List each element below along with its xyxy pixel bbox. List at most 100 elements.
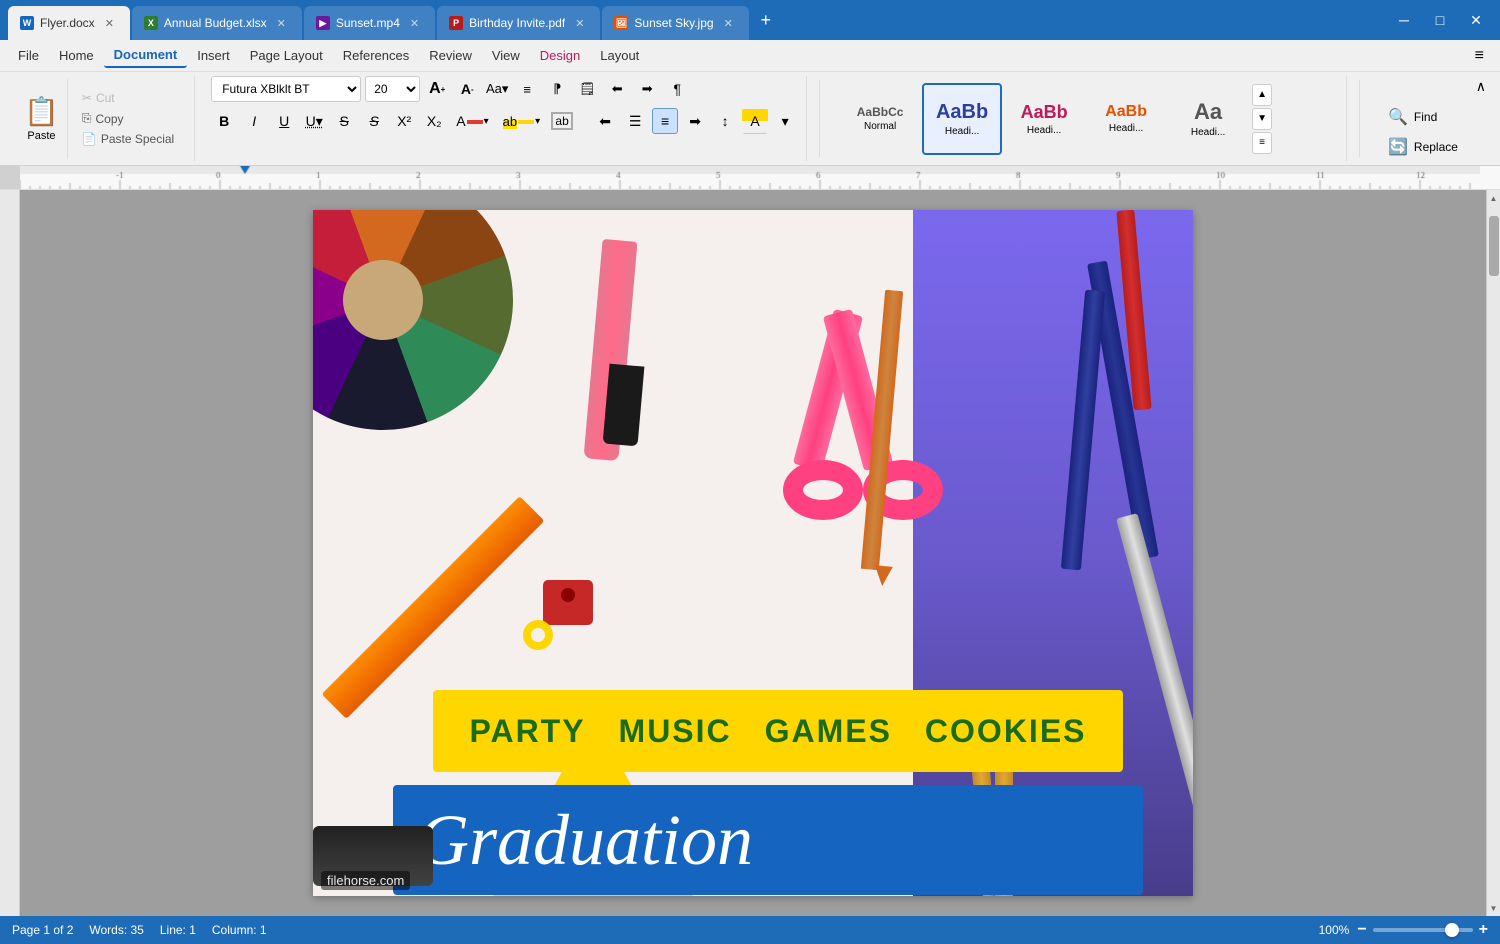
- style-item-3[interactable]: AaBb Headi...: [1086, 83, 1166, 155]
- font-size-select[interactable]: 20 12 14 16 18 24 28 36: [365, 76, 420, 102]
- style-item-0[interactable]: AaBbCc Normal: [840, 83, 920, 155]
- align-center-button[interactable]: ☰: [622, 108, 648, 134]
- zoom-slider-thumb[interactable]: [1445, 923, 1459, 937]
- menu-item-page-layout[interactable]: Page Layout: [240, 44, 333, 67]
- cut-label: Cut: [96, 91, 115, 105]
- align-justify-button[interactable]: ≡: [652, 108, 678, 134]
- graduation-text: Graduation: [417, 799, 753, 882]
- style-label-4: Headi...: [1191, 127, 1225, 138]
- zoom-slider-container: − +: [1357, 921, 1488, 939]
- style-preview-2: AaBb: [1021, 102, 1068, 123]
- list-style-button[interactable]: 🗒: [574, 76, 600, 102]
- style-item-2[interactable]: AaBb Headi...: [1004, 83, 1084, 155]
- ruler-content: [20, 166, 1500, 190]
- tab-close-sunset[interactable]: ✕: [406, 15, 423, 32]
- ruler-left-margin: [0, 166, 20, 189]
- menu-hamburger-button[interactable]: ≡: [1467, 43, 1492, 69]
- menu-item-references[interactable]: References: [333, 44, 419, 67]
- tab-flyer[interactable]: W Flyer.docx ✕: [8, 6, 130, 40]
- bold-button[interactable]: B: [211, 108, 237, 134]
- close-button[interactable]: ✕: [1460, 6, 1492, 34]
- font-color-button[interactable]: A ▾: [451, 110, 493, 132]
- new-tab-button[interactable]: +: [751, 5, 781, 35]
- menu-item-insert[interactable]: Insert: [187, 44, 240, 67]
- menu-item-file[interactable]: File: [8, 44, 49, 67]
- scroll-down-arrow[interactable]: ▼: [1487, 900, 1500, 916]
- menu-item-document[interactable]: Document: [104, 43, 188, 68]
- cut-button[interactable]: ✂ Cut: [78, 89, 178, 107]
- zoom-plus-button[interactable]: +: [1479, 921, 1488, 939]
- menu-item-home[interactable]: Home: [49, 44, 104, 67]
- underline-button[interactable]: U: [271, 108, 297, 134]
- style-item-1[interactable]: AaBb Headi...: [922, 83, 1002, 155]
- copy-icon: ⎘: [82, 111, 92, 126]
- tab-close-sky[interactable]: ✕: [720, 15, 737, 32]
- ribbon-divider-2: [1359, 80, 1360, 157]
- shading-button[interactable]: A: [742, 108, 768, 134]
- window-controls: ─ □ ✕: [1388, 6, 1492, 34]
- paste-button[interactable]: 📋 Paste: [16, 79, 68, 159]
- unordered-list-button[interactable]: ≡: [514, 76, 540, 102]
- scissors-ring-1: [783, 460, 863, 520]
- font-size-decrease-button[interactable]: A-: [454, 76, 480, 102]
- banner-cookies: COOKIES: [925, 713, 1087, 750]
- superscript-button[interactable]: X²: [391, 108, 417, 134]
- align-left-button[interactable]: ⬅: [592, 108, 618, 134]
- document-area[interactable]: PARTY MUSIC GAMES COOKIES Graduation fil…: [20, 190, 1486, 916]
- highlight-color-button[interactable]: ab ▾: [498, 111, 546, 132]
- tab-label-sunset: Sunset.mp4: [336, 16, 400, 30]
- tab-birthday[interactable]: P Birthday Invite.pdf ✕: [437, 6, 600, 40]
- indent-decrease-button[interactable]: ⬅: [604, 76, 630, 102]
- strikethrough2-button[interactable]: S: [361, 108, 387, 134]
- format-ab-button[interactable]: ab: [549, 108, 575, 134]
- vertical-ruler: [0, 190, 20, 916]
- indent-increase-button[interactable]: ➡: [634, 76, 660, 102]
- subscript-button[interactable]: X₂: [421, 108, 447, 134]
- zoom-slider[interactable]: [1373, 928, 1473, 932]
- copy-button[interactable]: ⎘ Copy: [78, 109, 178, 128]
- font-family-select[interactable]: Futura XBlklt BT: [211, 76, 361, 102]
- line-spacing-button[interactable]: ↕: [712, 108, 738, 134]
- zoom-minus-button[interactable]: −: [1357, 921, 1366, 939]
- ordered-list-button[interactable]: ⁋: [544, 76, 570, 102]
- menu-item-review[interactable]: Review: [419, 44, 482, 67]
- ribbon-collapse-button[interactable]: ∧: [1474, 76, 1488, 97]
- underline-style-button[interactable]: U▾: [301, 108, 327, 134]
- styles-scroll-up-button[interactable]: ▲: [1252, 84, 1272, 106]
- main-area: PARTY MUSIC GAMES COOKIES Graduation fil…: [0, 190, 1500, 916]
- strikethrough-button[interactable]: S: [331, 108, 357, 134]
- scroll-thumb[interactable]: [1489, 216, 1499, 276]
- replace-button[interactable]: 🔄 Replace: [1380, 133, 1466, 161]
- watercolor-palette: [313, 210, 550, 467]
- maximize-button[interactable]: □: [1424, 6, 1456, 34]
- tab-icon-budget: X: [144, 16, 158, 30]
- tab-close-flyer[interactable]: ✕: [101, 15, 118, 32]
- ribbon: 📋 Paste ✂ Cut ⎘ Copy 📄 Paste Special Fut…: [0, 72, 1500, 166]
- vertical-scrollbar[interactable]: ▲ ▼: [1486, 190, 1500, 916]
- sharpener-hole: [561, 588, 575, 602]
- orange-ruler: [322, 496, 545, 719]
- scroll-up-arrow[interactable]: ▲: [1487, 190, 1500, 206]
- tab-close-budget[interactable]: ✕: [273, 15, 290, 32]
- tab-sky[interactable]: 🖼 Sunset Sky.jpg ✕: [602, 6, 748, 40]
- tab-close-birthday[interactable]: ✕: [571, 15, 588, 32]
- align-right-button[interactable]: ➡: [682, 108, 708, 134]
- find-replace-group: ∧ 🔍 Find 🔄 Replace: [1372, 76, 1492, 161]
- styles-scroll-down-button[interactable]: ▼: [1252, 108, 1272, 130]
- shading-dropdown-button[interactable]: ▾: [772, 108, 798, 134]
- paste-special-button[interactable]: 📄 Paste Special: [78, 130, 178, 148]
- menu-item-design[interactable]: Design: [530, 44, 590, 67]
- styles-expand-button[interactable]: ≡: [1252, 132, 1272, 154]
- menu-item-layout[interactable]: Layout: [590, 44, 649, 67]
- style-item-4[interactable]: Aa Headi...: [1168, 83, 1248, 155]
- scroll-track[interactable]: [1487, 206, 1500, 900]
- italic-button[interactable]: I: [241, 108, 267, 134]
- tab-sunset[interactable]: ▶ Sunset.mp4 ✕: [304, 6, 435, 40]
- tab-budget[interactable]: X Annual Budget.xlsx ✕: [132, 6, 302, 40]
- font-case-button[interactable]: Aa▾: [484, 76, 510, 102]
- menu-item-view[interactable]: View: [482, 44, 530, 67]
- paragraph-mark-button[interactable]: ¶: [664, 76, 690, 102]
- minimize-button[interactable]: ─: [1388, 6, 1420, 34]
- font-size-increase-button[interactable]: A+: [424, 76, 450, 102]
- find-button[interactable]: 🔍 Find: [1380, 103, 1445, 131]
